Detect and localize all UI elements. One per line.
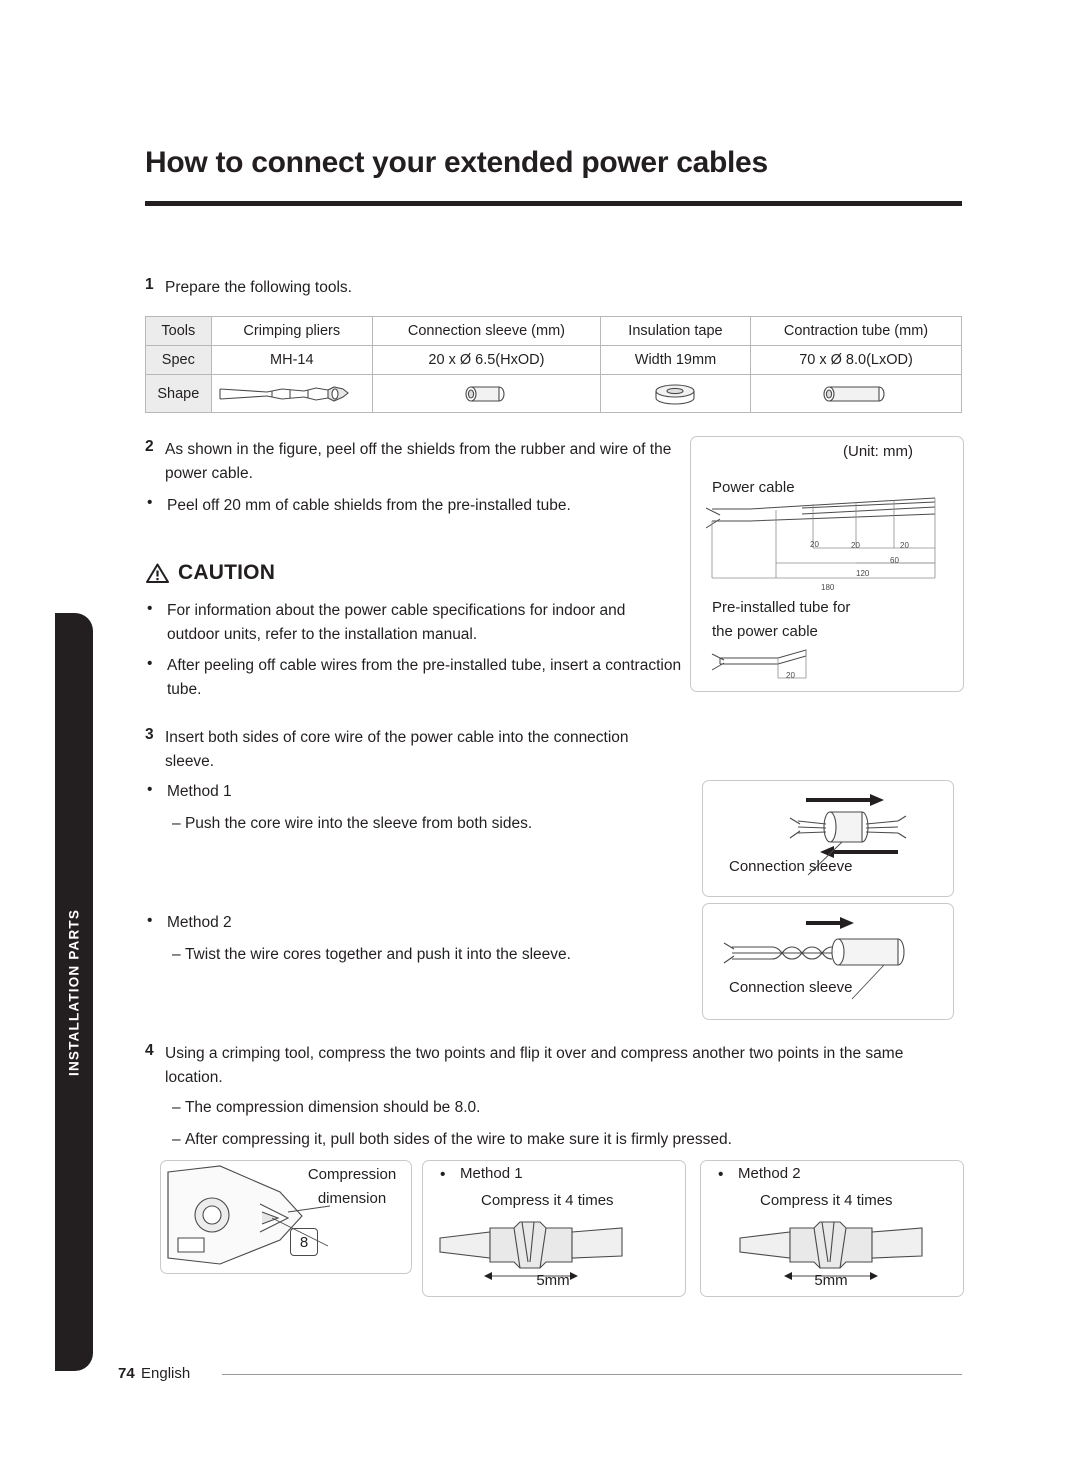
step-2-text: As shown in the figure, peel off the shi… (165, 441, 672, 482)
method-1-text: – Push the core wire into the sleeve fro… (172, 815, 533, 832)
caution-bullet-2-text: After peeling off cable wires from the p… (167, 657, 682, 698)
page-title: How to connect your extended power cable… (145, 146, 768, 179)
table-row: Shape (145, 374, 962, 413)
page-number: 74 (118, 1365, 135, 1382)
dim-20-a: 20 (810, 540, 819, 549)
step-4-dash-1-value: The compression dimension should be 8.0. (184, 1099, 481, 1116)
power-cable-diagram (690, 436, 962, 690)
shape-insulation-tape-icon (599, 374, 752, 413)
method-2-text-value: Twist the wire cores together and push i… (184, 946, 571, 963)
dim-120: 120 (856, 569, 870, 578)
step-1-text: Prepare the following tools. (165, 279, 352, 296)
method-2-label: Method 2 (167, 914, 232, 931)
spec-connection-sleeve: 20 x Ø 6.5(HxOD) (371, 345, 601, 375)
dim-60: 60 (890, 556, 899, 565)
caution-bullet-1-text: For information about the power cable sp… (167, 602, 626, 643)
step-2-bullet-marker: • (147, 494, 153, 511)
shape-contraction-tube-icon (750, 374, 962, 413)
connection-sleeve-label-1: Connection sleeve (729, 858, 853, 875)
compression-dimension-label-2: dimension (317, 1190, 387, 1207)
step-2-bullet-text: Peel off 20 mm of cable shields from the… (167, 497, 571, 514)
table-header-connection-sleeve: Connection sleeve (mm) (371, 316, 601, 346)
step-4-dash-2-value: After compressing it, pull both sides of… (184, 1131, 732, 1148)
connection-sleeve-label-2: Connection sleeve (729, 979, 853, 996)
dim-180: 180 (821, 583, 835, 592)
step-3-text: Insert both sides of core wire of the po… (165, 729, 629, 770)
step-4-number: 4 (145, 1042, 154, 1059)
method-1-compress-dim: 5mm (536, 1272, 570, 1289)
connection-sleeve-diagram-1 (702, 780, 952, 895)
footer-language: English (141, 1365, 191, 1382)
table-row-header-spec: Spec (145, 345, 212, 375)
table-header-tools: Tools (145, 316, 212, 346)
caution-bullet-1-marker: • (147, 600, 153, 617)
method-2-bullet-marker: • (147, 912, 153, 929)
step-3-number: 3 (145, 726, 154, 743)
caution-label: CAUTION (178, 561, 276, 584)
table-row-header-shape: Shape (145, 374, 212, 413)
connection-sleeve-diagram-2 (702, 903, 952, 1018)
method-1-bullet-marker: • (147, 781, 153, 798)
table-header-insulation-tape: Insulation tape (599, 316, 752, 346)
sidebar-tab-label: INSTALLATION PARTS (66, 908, 82, 1076)
dim-20-c: 20 (900, 541, 909, 550)
dim-20-tube: 20 (786, 671, 795, 680)
method-2-text: – Twist the wire cores together and push… (172, 946, 571, 963)
caution-heading: CAUTION (146, 561, 275, 585)
footer-divider (222, 1374, 962, 1375)
compression-dimension-value: 8 (290, 1228, 318, 1256)
table-row: Spec MH-14 20 x Ø 6.5(HxOD) Width 19mm 7… (145, 345, 962, 375)
shape-connection-sleeve-icon (371, 374, 601, 413)
dim-20-b: 20 (851, 541, 860, 550)
table-row: Tools Crimping pliers Connection sleeve … (145, 316, 962, 346)
warning-triangle-icon (146, 563, 169, 584)
step-4-dash-2: – After compressing it, pull both sides … (172, 1131, 732, 1148)
step-4-text: Using a crimping tool, compress the two … (165, 1045, 904, 1086)
step-4-dash-1: – The compression dimension should be 8.… (172, 1099, 481, 1116)
title-divider (145, 201, 962, 206)
step-1-number: 1 (145, 276, 154, 293)
spec-crimping-pliers: MH-14 (210, 345, 373, 375)
spec-insulation-tape: Width 19mm (599, 345, 752, 375)
compression-dimension-label-1: Compression (307, 1166, 397, 1183)
spec-contraction-tube: 70 x Ø 8.0(LxOD) (750, 345, 962, 375)
table-header-crimping-pliers: Crimping pliers (210, 316, 373, 346)
tools-table: Tools Crimping pliers Connection sleeve … (145, 316, 962, 413)
method-1-text-value: Push the core wire into the sleeve from … (184, 815, 533, 832)
shape-crimping-pliers-icon (210, 374, 373, 413)
table-header-contraction-tube: Contraction tube (mm) (750, 316, 962, 346)
method-1-label: Method 1 (167, 783, 232, 800)
method-2-compress-dim: 5mm (814, 1272, 848, 1289)
caution-bullet-2-marker: • (147, 655, 153, 672)
step-2-number: 2 (145, 438, 154, 455)
